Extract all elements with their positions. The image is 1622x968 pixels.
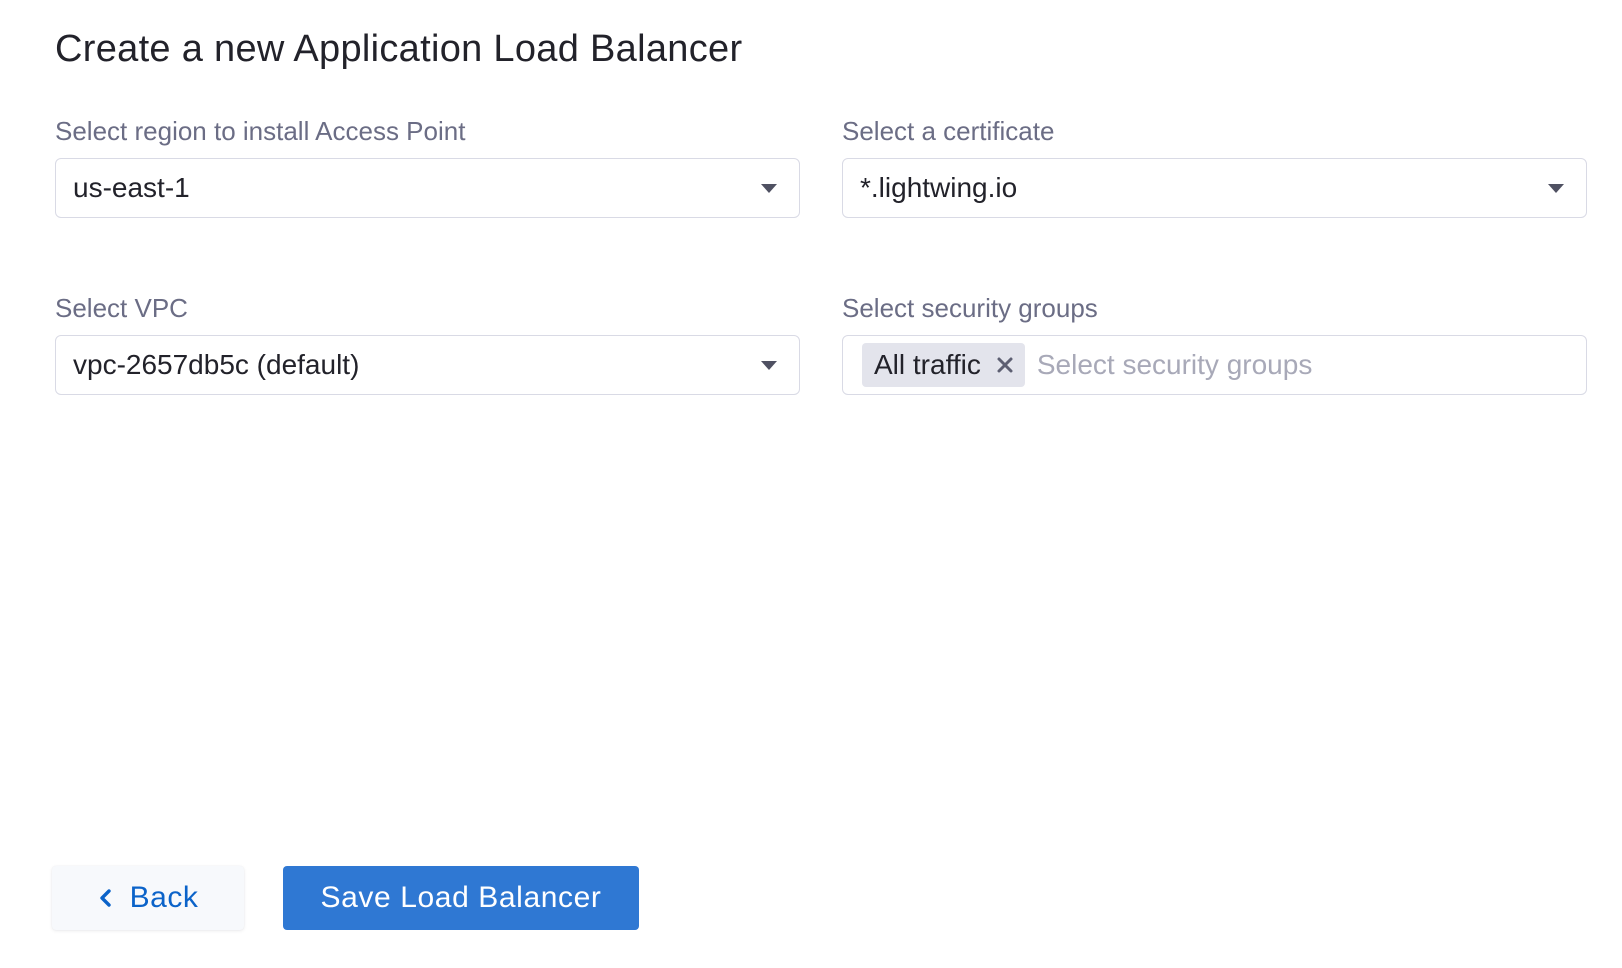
region-field: Select region to install Access Point us…	[55, 116, 800, 218]
chevron-left-icon	[98, 888, 114, 908]
security-group-tag: All traffic	[862, 343, 1025, 387]
vpc-label: Select VPC	[55, 293, 188, 323]
page-title: Create a new Application Load Balancer	[55, 28, 743, 70]
security-groups-multiselect[interactable]: All traffic	[842, 335, 1587, 395]
caret-down-icon	[1548, 184, 1564, 193]
back-button-label: Back	[129, 881, 199, 914]
certificate-value: *.lightwing.io	[860, 172, 1018, 203]
certificate-label: Select a certificate	[842, 116, 1055, 146]
close-icon[interactable]	[995, 355, 1015, 375]
save-load-balancer-button[interactable]: Save Load Balancer	[283, 866, 639, 930]
security-groups-label: Select security groups	[842, 293, 1098, 323]
vpc-select[interactable]: vpc-2657db5c (default)	[55, 335, 800, 395]
back-button[interactable]: Back	[52, 866, 244, 930]
vpc-field: Select VPC vpc-2657db5c (default)	[55, 293, 800, 395]
region-value: us-east-1	[73, 172, 190, 203]
certificate-field: Select a certificate *.lightwing.io	[842, 116, 1587, 218]
region-label: Select region to install Access Point	[55, 116, 466, 146]
security-groups-input[interactable]	[1036, 349, 1517, 381]
security-groups-field: Select security groups All traffic	[842, 293, 1587, 395]
vpc-value: vpc-2657db5c (default)	[73, 349, 360, 380]
caret-down-icon	[761, 361, 777, 370]
save-button-label: Save Load Balancer	[320, 881, 602, 914]
caret-down-icon	[761, 184, 777, 193]
certificate-select[interactable]: *.lightwing.io	[842, 158, 1587, 218]
region-select[interactable]: us-east-1	[55, 158, 800, 218]
security-group-tag-label: All traffic	[874, 349, 981, 380]
